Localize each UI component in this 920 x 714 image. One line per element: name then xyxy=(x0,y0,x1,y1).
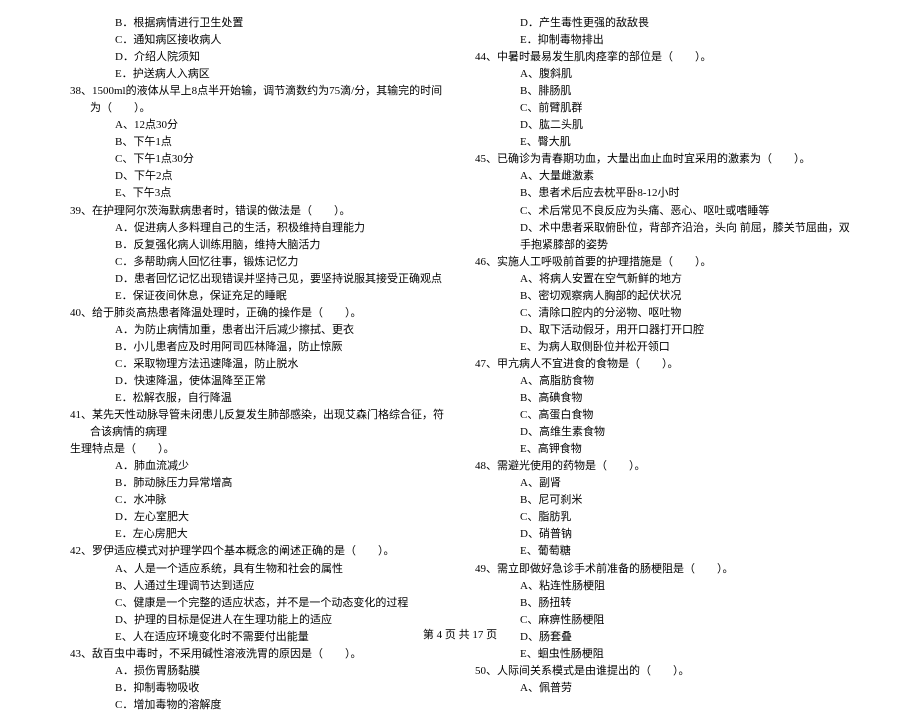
option: D、下午2点 xyxy=(70,168,445,185)
option: C．多帮助病人回忆往事，锻炼记忆力 xyxy=(70,254,445,271)
option: A、高脂肪食物 xyxy=(475,373,850,390)
option: B．根据病情进行卫生处置 xyxy=(70,15,445,32)
option: B、高碘食物 xyxy=(475,390,850,407)
option: A、副肾 xyxy=(475,475,850,492)
option: A、12点30分 xyxy=(70,117,445,134)
option: C、前臂肌群 xyxy=(475,100,850,117)
option: A、大量雌激素 xyxy=(475,168,850,185)
option: B、腓肠肌 xyxy=(475,83,850,100)
question-38: 38、1500ml的液体从早上8点半开始输，调节滴数约为75滴/分，其输完的时间… xyxy=(70,83,445,117)
option: D、高维生素食物 xyxy=(475,424,850,441)
option: C．增加毒物的溶解度 xyxy=(70,697,445,714)
option: C、健康是一个完整的适应状态，并不是一个动态变化的过程 xyxy=(70,595,445,612)
option: A、人是一个适应系统，具有生物和社会的属性 xyxy=(70,561,445,578)
option: B、患者术后应去枕平卧8-12小时 xyxy=(475,185,850,202)
option: E、葡萄糖 xyxy=(475,543,850,560)
option: A．损伤胃肠黏膜 xyxy=(70,663,445,680)
option: C．水冲脉 xyxy=(70,492,445,509)
question-42: 42、罗伊适应模式对护理学四个基本概念的阐述正确的是（ ）。 xyxy=(70,543,445,560)
option: D．左心室肥大 xyxy=(70,509,445,526)
option: D．产生毒性更强的敌敌畏 xyxy=(475,15,850,32)
option: A．促进病人多料理自己的生活，积极维持自理能力 xyxy=(70,220,445,237)
left-column: B．根据病情进行卫生处置 C．通知病区接收病人 D．介绍人院须知 E．护送病人入… xyxy=(70,15,445,610)
option: D、术中患者采取俯卧位，背部齐沿治，头向 前屈，膝关节屈曲，双手抱紧膝部的姿势 xyxy=(475,220,850,254)
question-41-cont: 生理特点是（ ）。 xyxy=(70,441,445,458)
option: D、硝普钠 xyxy=(475,526,850,543)
option: B．反复强化病人训练用脑，维持大脑活力 xyxy=(70,237,445,254)
question-44: 44、中暑时最易发生肌肉痉挛的部位是（ ）。 xyxy=(475,49,850,66)
option: A．为防止病情加重，患者出汗后减少擦拭、更衣 xyxy=(70,322,445,339)
option: A、将病人安置在空气新鲜的地方 xyxy=(475,271,850,288)
option: D．快速降温，使体温降至正常 xyxy=(70,373,445,390)
option: D．患者回忆记忆出现错误并坚持己见，要坚持说服其接受正确观点 xyxy=(70,271,445,288)
option: C、术后常见不良反应为头痛、恶心、呕吐或嗜睡等 xyxy=(475,203,850,220)
content-columns: B．根据病情进行卫生处置 C．通知病区接收病人 D．介绍人院须知 E．护送病人入… xyxy=(70,15,850,610)
page-footer: 第 4 页 共 17 页 xyxy=(0,626,920,642)
option: E、高钾食物 xyxy=(475,441,850,458)
option: B、尼可刹米 xyxy=(475,492,850,509)
option: B、肠扭转 xyxy=(475,595,850,612)
option: E、为病人取侧卧位并松开领口 xyxy=(475,339,850,356)
question-50: 50、人际间关系模式是由谁提出的（ ）。 xyxy=(475,663,850,680)
option: C．采取物理方法迅速降温，防止脱水 xyxy=(70,356,445,373)
option: B、密切观察病人胸部的起伏状况 xyxy=(475,288,850,305)
question-48: 48、需避光使用的药物是（ ）。 xyxy=(475,458,850,475)
option: B．小儿患者应及时用阿司匹林降温，防止惊厥 xyxy=(70,339,445,356)
option: E、下午3点 xyxy=(70,185,445,202)
option: B．抑制毒物吸收 xyxy=(70,680,445,697)
option: E．护送病人入病区 xyxy=(70,66,445,83)
question-40: 40、给于肺炎高热患者降温处理时，正确的操作是（ ）。 xyxy=(70,305,445,322)
option: E、臀大肌 xyxy=(475,134,850,151)
option: C、下午1点30分 xyxy=(70,151,445,168)
option: B．肺动脉压力异常增高 xyxy=(70,475,445,492)
option: A．肺血流减少 xyxy=(70,458,445,475)
option: D、取下活动假牙，用开口器打开口腔 xyxy=(475,322,850,339)
option: D、肱二头肌 xyxy=(475,117,850,134)
question-41: 41、某先天性动脉导管未闭患儿反复发生肺部感染，出现艾森门格综合征，符合该病情的… xyxy=(70,407,445,441)
option: C、脂肪乳 xyxy=(475,509,850,526)
question-39: 39、在护理阿尔茨海默病患者时，错误的做法是（ ）。 xyxy=(70,203,445,220)
right-column: D．产生毒性更强的敌敌畏 E．抑制毒物排出 44、中暑时最易发生肌肉痉挛的部位是… xyxy=(475,15,850,610)
question-49: 49、需立即做好急诊手术前准备的肠梗阻是（ ）。 xyxy=(475,561,850,578)
question-43: 43、敌百虫中毒时，不采用碱性溶液洗胃的原因是（ ）。 xyxy=(70,646,445,663)
option: D．介绍人院须知 xyxy=(70,49,445,66)
option: C、清除口腔内的分泌物、呕吐物 xyxy=(475,305,850,322)
option: E．保证夜间休息，保证充足的睡眠 xyxy=(70,288,445,305)
option: C、高蛋白食物 xyxy=(475,407,850,424)
option: B、人通过生理调节达到适应 xyxy=(70,578,445,595)
option: A、佩普劳 xyxy=(475,680,850,697)
question-46: 46、实施人工呼吸前首要的护理措施是（ ）。 xyxy=(475,254,850,271)
option: C．通知病区接收病人 xyxy=(70,32,445,49)
option: A、腹斜肌 xyxy=(475,66,850,83)
option: E．抑制毒物排出 xyxy=(475,32,850,49)
question-47: 47、甲亢病人不宜进食的食物是（ ）。 xyxy=(475,356,850,373)
question-45: 45、已确诊为青春期功血，大量出血止血时宜采用的激素为（ ）。 xyxy=(475,151,850,168)
option: B、下午1点 xyxy=(70,134,445,151)
option: E．松解衣服，自行降温 xyxy=(70,390,445,407)
option: E．左心房肥大 xyxy=(70,526,445,543)
option: E、蛔虫性肠梗阻 xyxy=(475,646,850,663)
option: A、粘连性肠梗阻 xyxy=(475,578,850,595)
